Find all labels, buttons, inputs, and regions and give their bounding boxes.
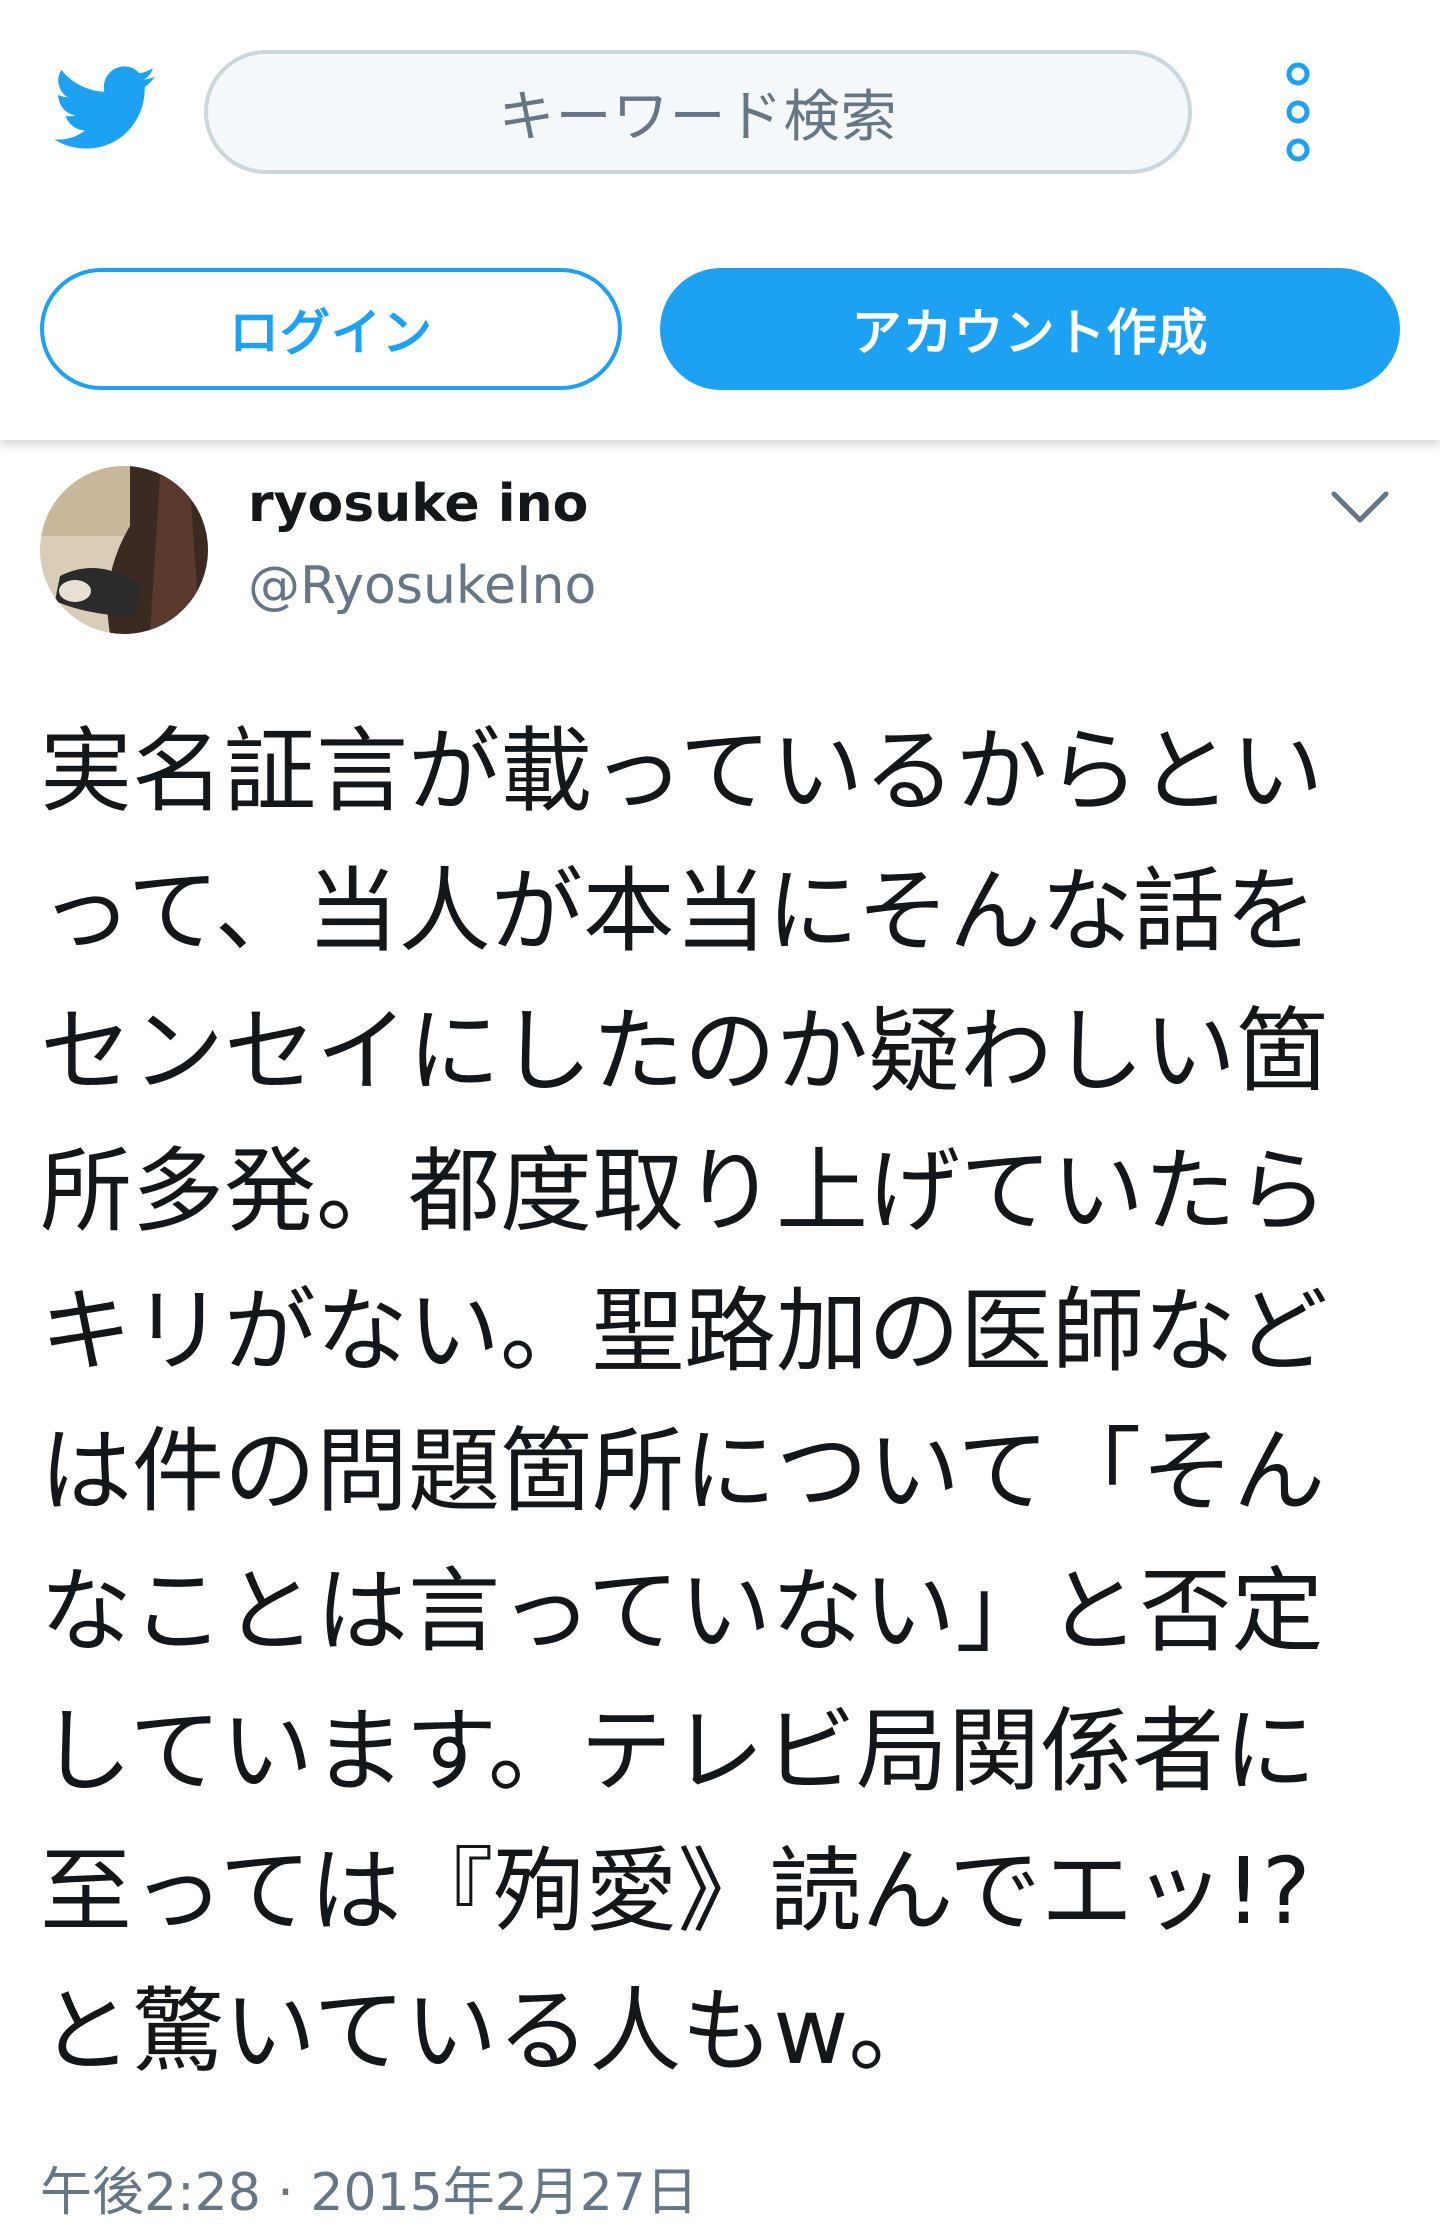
tweet-text-line: は件の問題箇所について「そん	[40, 1418, 1326, 1525]
author-handle[interactable]: @RyosukeIno	[248, 556, 596, 616]
tweet-text-line: 所多発。都度取り上げていたら	[40, 1138, 1329, 1245]
tweet-timestamp[interactable]: 午後2:28 · 2015年2月27日	[40, 2150, 698, 2225]
vertical-dots-icon[interactable]	[1276, 60, 1320, 164]
search-input[interactable]: キーワード検索	[204, 50, 1192, 174]
login-button[interactable]: ログイン	[40, 268, 622, 390]
twitter-bird-icon[interactable]	[54, 66, 158, 152]
signup-button[interactable]: アカウント作成	[660, 268, 1400, 390]
chevron-down-icon[interactable]	[1330, 490, 1390, 526]
tweet-page: キーワード検索 ログイン アカウント作成 ryosuke ino @Ryosuk…	[0, 0, 1440, 2236]
tweet-text: 実名証言が載っているからとい って、当人が本当にそんな話を センセイにしたのか疑…	[40, 702, 1410, 2102]
tweet-text-line: 至っては『殉愛》読んでエッ!?	[40, 1838, 1311, 1945]
tweet-text-line: なことは言っていない」と否定	[40, 1558, 1324, 1665]
author-name[interactable]: ryosuke ino	[248, 474, 588, 534]
tweet-text-line: って、当人が本当にそんな話を	[40, 858, 1317, 965]
tweet-text-line: と驚いている人もw。	[40, 1978, 941, 2085]
top-header: キーワード検索 ログイン アカウント作成	[0, 0, 1440, 440]
avatar-image	[40, 466, 208, 634]
signup-button-label: アカウント作成	[851, 304, 1209, 362]
tweet-text-line: しています。テレビ局関係者に	[40, 1698, 1317, 1805]
search-placeholder: キーワード検索	[498, 84, 898, 150]
tweet-text-line: センセイにしたのか疑わしい箇	[40, 998, 1329, 1105]
login-button-label: ログイン	[229, 304, 433, 362]
avatar[interactable]	[40, 466, 208, 634]
tweet-text-line: キリがない。聖路加の医師など	[40, 1278, 1329, 1385]
tweet-text-line: 実名証言が載っているからとい	[40, 718, 1324, 825]
